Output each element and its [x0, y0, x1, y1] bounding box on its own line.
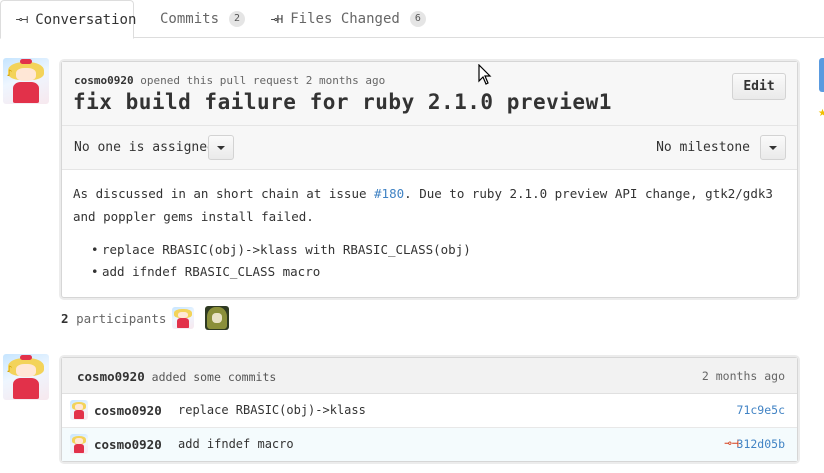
star-icon[interactable]: ★: [818, 108, 824, 119]
diff-icon: ⊸H: [271, 12, 283, 26]
tab-conversation[interactable]: ⊸⊣ Conversation: [0, 0, 137, 39]
commit-row: cosmo0920 add ifndef macro ⊸⊣ 312d05b: [62, 428, 797, 461]
commit-avatar[interactable]: [70, 434, 88, 454]
caret-down-icon: [217, 145, 225, 150]
participant-avatar[interactable]: [205, 306, 229, 330]
pr-description: As discussed in an short chain at issue …: [62, 170, 797, 297]
tab-conversation-label: Conversation: [35, 11, 137, 28]
tab-files-changed[interactable]: ⊸H Files Changed 6: [256, 0, 441, 38]
sidebar-button-edge[interactable]: [819, 58, 824, 92]
commit-sha[interactable]: 312d05b: [737, 437, 785, 451]
assignee-label: No one is assigned: [74, 140, 215, 155]
pr-meta-text: opened this pull request 2 months ago: [140, 74, 386, 87]
tab-commits-label: Commits: [160, 11, 220, 27]
commits-event-header: cosmo0920 added some commits 2 months ag…: [62, 358, 797, 394]
issue-link[interactable]: #180: [374, 186, 404, 201]
commit-message[interactable]: replace RBASIC(obj)->klass: [178, 403, 366, 417]
participants-label: participants: [76, 311, 167, 326]
change-list: replace RBASIC(obj)->klass with RBASIC_C…: [73, 239, 786, 283]
commits-event-action: added some commits: [151, 370, 277, 384]
commit-author[interactable]: cosmo0920: [94, 403, 162, 418]
commit-author-avatar[interactable]: ♪: [3, 354, 49, 400]
commit-avatar[interactable]: [70, 400, 88, 420]
milestone-label: No milestone: [656, 140, 750, 155]
participants-count: 2: [61, 311, 69, 326]
commits-event-summary: cosmo0920 added some commits: [77, 369, 276, 384]
pr-meta: cosmo0920 opened this pull request 2 mon…: [74, 74, 385, 87]
description-text-start: As discussed in an short chain at issue: [73, 186, 375, 201]
author-avatar[interactable]: ♪: [3, 58, 49, 104]
mouse-pointer-icon: [478, 64, 492, 85]
edit-button[interactable]: Edit: [732, 73, 786, 100]
pr-discussion-box: cosmo0920 opened this pull request 2 mon…: [61, 61, 798, 298]
tab-files-changed-label: Files Changed: [290, 11, 400, 27]
pr-title: fix build failure for ruby 2.1.0 preview…: [73, 90, 612, 114]
commit-message[interactable]: add ifndef macro: [178, 437, 294, 451]
caret-down-icon: [769, 145, 777, 150]
pr-tabs: ⊸⊣ Conversation Commits 2 ⊸H Files Chang…: [0, 0, 824, 39]
commits-count-badge: 2: [229, 11, 246, 27]
tab-commits[interactable]: Commits 2: [145, 0, 260, 38]
assignee-milestone-bar: No one is assigned No milestone: [62, 126, 797, 170]
participant-avatar[interactable]: [172, 307, 194, 329]
pr-author-link[interactable]: cosmo0920: [74, 74, 134, 87]
assignee-dropdown-button[interactable]: [208, 135, 234, 160]
discussion-icon: ⊸⊣: [16, 13, 28, 26]
commits-event-author[interactable]: cosmo0920: [77, 369, 145, 384]
files-count-badge: 6: [409, 11, 426, 27]
commits-event-time: 2 months ago: [701, 369, 785, 383]
commits-event-box: cosmo0920 added some commits 2 months ag…: [61, 357, 798, 462]
commit-row: cosmo0920 replace RBASIC(obj)->klass 71c…: [62, 394, 797, 428]
milestone-dropdown-button[interactable]: [760, 135, 786, 160]
commit-author[interactable]: cosmo0920: [94, 437, 162, 452]
commit-sha[interactable]: 71c9e5c: [737, 403, 785, 417]
participants-summary: 2 participants: [61, 311, 166, 326]
pr-header: cosmo0920 opened this pull request 2 mon…: [62, 62, 797, 126]
list-item: add ifndef RBASIC_CLASS macro: [91, 261, 786, 283]
list-item: replace RBASIC(obj)->klass with RBASIC_C…: [91, 239, 786, 261]
